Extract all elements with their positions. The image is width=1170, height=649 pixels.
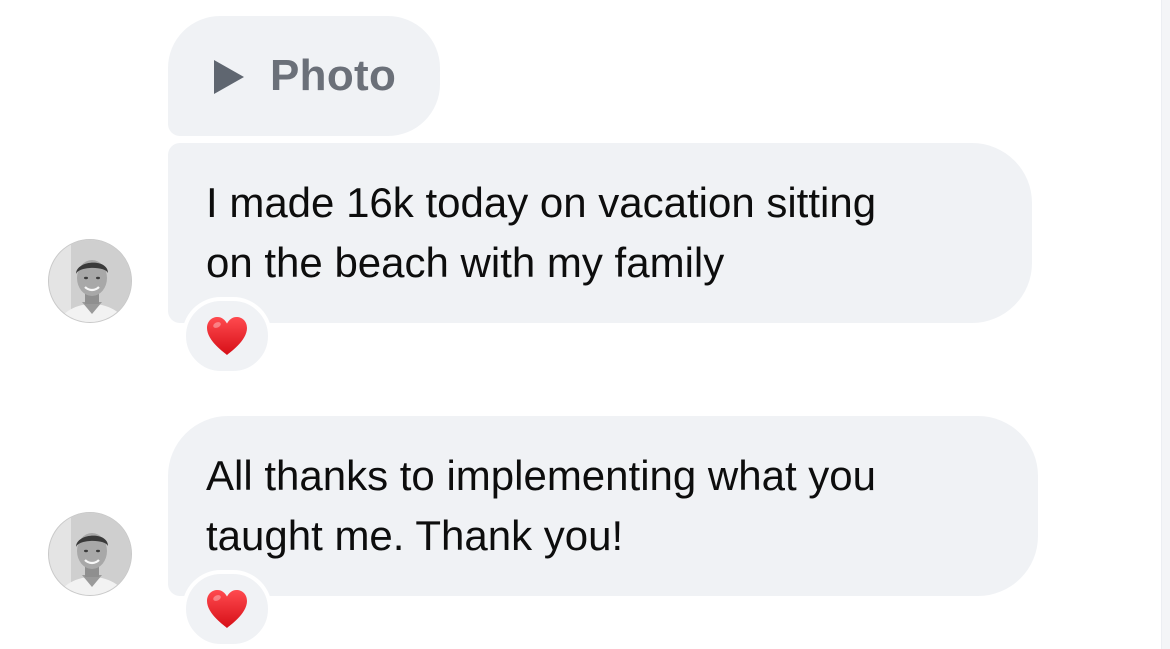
play-icon <box>214 60 244 94</box>
avatar-photo <box>49 513 131 595</box>
avatar[interactable] <box>48 512 132 596</box>
avatar-photo <box>49 240 131 322</box>
conversation-thread: Photo I made 16k today on vacation sitti… <box>0 0 1170 649</box>
scrollbar[interactable] <box>1161 0 1170 649</box>
photo-label: Photo <box>270 51 397 100</box>
message-text-line: taught me. Thank you! <box>206 512 624 559</box>
message-text-line: I made 16k today on vacation sitting <box>206 179 877 226</box>
photo-attachment-bubble[interactable]: Photo <box>168 16 440 136</box>
message-text-line: All thanks to implementing what you <box>206 452 877 499</box>
message-text-line: on the beach with my family <box>206 239 725 286</box>
heart-icon <box>207 590 247 628</box>
message-bubble[interactable]: I made 16k today on vacation sitting on … <box>168 143 1032 323</box>
message-bubble[interactable]: All thanks to implementing what you taug… <box>168 416 1038 596</box>
reaction-badge[interactable] <box>182 297 272 375</box>
avatar[interactable] <box>48 239 132 323</box>
reaction-badge[interactable] <box>182 570 272 648</box>
heart-icon <box>207 317 247 355</box>
